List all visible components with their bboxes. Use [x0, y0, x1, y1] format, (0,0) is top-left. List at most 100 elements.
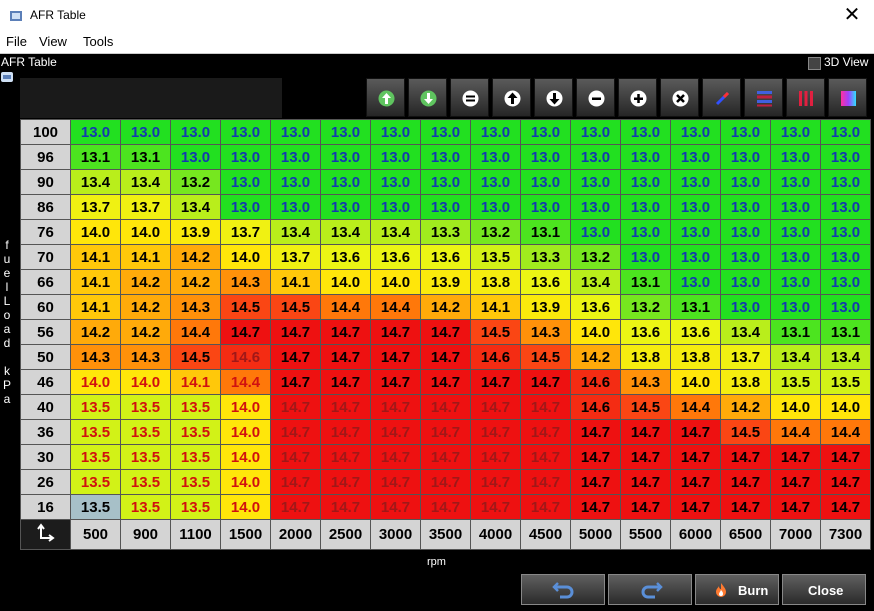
afr-cell[interactable]: 13.0 [820, 244, 871, 270]
afr-cell[interactable]: 13.0 [820, 144, 871, 170]
afr-cell[interactable]: 13.0 [320, 119, 371, 145]
afr-cell[interactable]: 14.1 [470, 294, 521, 320]
afr-cell[interactable]: 13.0 [620, 119, 671, 145]
afr-cell[interactable]: 13.0 [770, 144, 821, 170]
afr-cell[interactable]: 14.7 [420, 469, 471, 495]
afr-cell[interactable]: 13.0 [670, 169, 721, 195]
afr-cell[interactable]: 14.3 [170, 294, 221, 320]
afr-cell[interactable]: 14.7 [270, 394, 321, 420]
afr-cell[interactable]: 14.0 [220, 444, 271, 470]
afr-cell[interactable]: 13.0 [420, 194, 471, 220]
arrow-up-button[interactable] [492, 78, 531, 117]
afr-cell[interactable]: 14.7 [670, 419, 721, 445]
rpm-header[interactable]: 3000 [370, 519, 421, 550]
afr-cell[interactable]: 13.9 [520, 294, 571, 320]
afr-cell[interactable]: 13.5 [170, 469, 221, 495]
load-header[interactable]: 56 [20, 319, 71, 345]
afr-cell[interactable]: 13.0 [770, 119, 821, 145]
afr-cell[interactable]: 13.0 [820, 194, 871, 220]
afr-cell[interactable]: 14.7 [470, 369, 521, 395]
afr-cell[interactable]: 13.0 [770, 269, 821, 295]
afr-cell[interactable]: 13.0 [520, 119, 571, 145]
afr-cell[interactable]: 14.7 [420, 369, 471, 395]
rpm-header[interactable]: 2000 [270, 519, 321, 550]
afr-cell[interactable]: 13.1 [120, 144, 171, 170]
afr-cell[interactable]: 13.0 [470, 194, 521, 220]
afr-cell[interactable]: 13.0 [370, 119, 421, 145]
afr-cell[interactable]: 14.2 [170, 269, 221, 295]
afr-cell[interactable]: 13.0 [570, 144, 621, 170]
afr-cell[interactable]: 13.2 [570, 244, 621, 270]
afr-cell[interactable]: 14.1 [70, 269, 121, 295]
afr-cell[interactable]: 13.0 [370, 194, 421, 220]
afr-cell[interactable]: 13.5 [170, 394, 221, 420]
afr-cell[interactable]: 14.2 [720, 394, 771, 420]
afr-cell[interactable]: 13.6 [520, 269, 571, 295]
afr-cell[interactable]: 13.5 [120, 394, 171, 420]
afr-cell[interactable]: 13.0 [370, 169, 421, 195]
afr-cell[interactable]: 14.4 [220, 369, 271, 395]
afr-cell[interactable]: 14.0 [220, 244, 271, 270]
load-header[interactable]: 76 [20, 219, 71, 245]
rpm-header[interactable]: 5000 [570, 519, 621, 550]
afr-cell[interactable]: 13.5 [70, 494, 121, 520]
afr-cell[interactable]: 14.5 [720, 419, 771, 445]
multiply-button[interactable] [660, 78, 699, 117]
afr-cell[interactable]: 14.7 [270, 494, 321, 520]
arrow-up-green-button[interactable] [366, 78, 405, 117]
afr-cell[interactable]: 13.4 [720, 319, 771, 345]
afr-cell[interactable]: 14.7 [470, 469, 521, 495]
afr-cell[interactable]: 14.0 [220, 469, 271, 495]
afr-cell[interactable]: 13.4 [70, 169, 121, 195]
load-header[interactable]: 40 [20, 394, 71, 420]
afr-cell[interactable]: 14.7 [320, 494, 371, 520]
afr-cell[interactable]: 14.7 [320, 319, 371, 345]
afr-cell[interactable]: 14.7 [720, 444, 771, 470]
close-window-icon[interactable]: ✕ [840, 3, 864, 27]
afr-cell[interactable]: 13.0 [220, 144, 271, 170]
view3d-checkbox[interactable] [808, 57, 821, 70]
afr-cell[interactable]: 14.2 [420, 294, 471, 320]
afr-cell[interactable]: 13.7 [70, 194, 121, 220]
afr-cell[interactable]: 13.9 [420, 269, 471, 295]
afr-cell[interactable]: 13.0 [270, 119, 321, 145]
afr-cell[interactable]: 13.0 [820, 269, 871, 295]
afr-cell[interactable]: 13.0 [520, 194, 571, 220]
afr-cell[interactable]: 14.7 [620, 494, 671, 520]
afr-cell[interactable]: 13.5 [770, 369, 821, 395]
load-header[interactable]: 16 [20, 494, 71, 520]
minus-button[interactable] [576, 78, 615, 117]
smooth-gradient-button[interactable] [828, 78, 867, 117]
afr-cell[interactable]: 14.0 [670, 369, 721, 395]
view3d-label[interactable]: 3D View [824, 55, 868, 69]
afr-cell[interactable]: 14.5 [270, 294, 321, 320]
rpm-header[interactable]: 6000 [670, 519, 721, 550]
afr-cell[interactable]: 14.7 [620, 469, 671, 495]
afr-cell[interactable]: 13.0 [320, 169, 371, 195]
load-header[interactable]: 96 [20, 144, 71, 170]
afr-cell[interactable]: 13.0 [470, 169, 521, 195]
undo-button[interactable] [521, 574, 605, 605]
afr-cell[interactable]: 13.0 [820, 219, 871, 245]
rpm-header[interactable]: 900 [120, 519, 171, 550]
afr-cell[interactable]: 14.7 [520, 394, 571, 420]
burn-button[interactable]: Burn [695, 574, 779, 605]
afr-cell[interactable]: 14.2 [120, 294, 171, 320]
menu-view[interactable]: View [39, 34, 67, 49]
afr-cell[interactable]: 14.0 [570, 319, 621, 345]
menu-tools[interactable]: Tools [83, 34, 113, 49]
rpm-header[interactable]: 1500 [220, 519, 271, 550]
afr-cell[interactable]: 13.4 [370, 219, 421, 245]
afr-cell[interactable]: 14.4 [320, 294, 371, 320]
rpm-header[interactable]: 7300 [820, 519, 871, 550]
afr-cell[interactable]: 13.0 [770, 294, 821, 320]
load-header[interactable]: 46 [20, 369, 71, 395]
afr-cell[interactable]: 13.4 [320, 219, 371, 245]
afr-cell[interactable]: 14.4 [820, 419, 871, 445]
rpm-header[interactable]: 500 [70, 519, 121, 550]
afr-cell[interactable]: 14.0 [220, 394, 271, 420]
afr-cell[interactable]: 14.0 [70, 219, 121, 245]
afr-cell[interactable]: 13.6 [370, 244, 421, 270]
afr-cell[interactable]: 14.0 [320, 269, 371, 295]
afr-cell[interactable]: 13.0 [770, 194, 821, 220]
